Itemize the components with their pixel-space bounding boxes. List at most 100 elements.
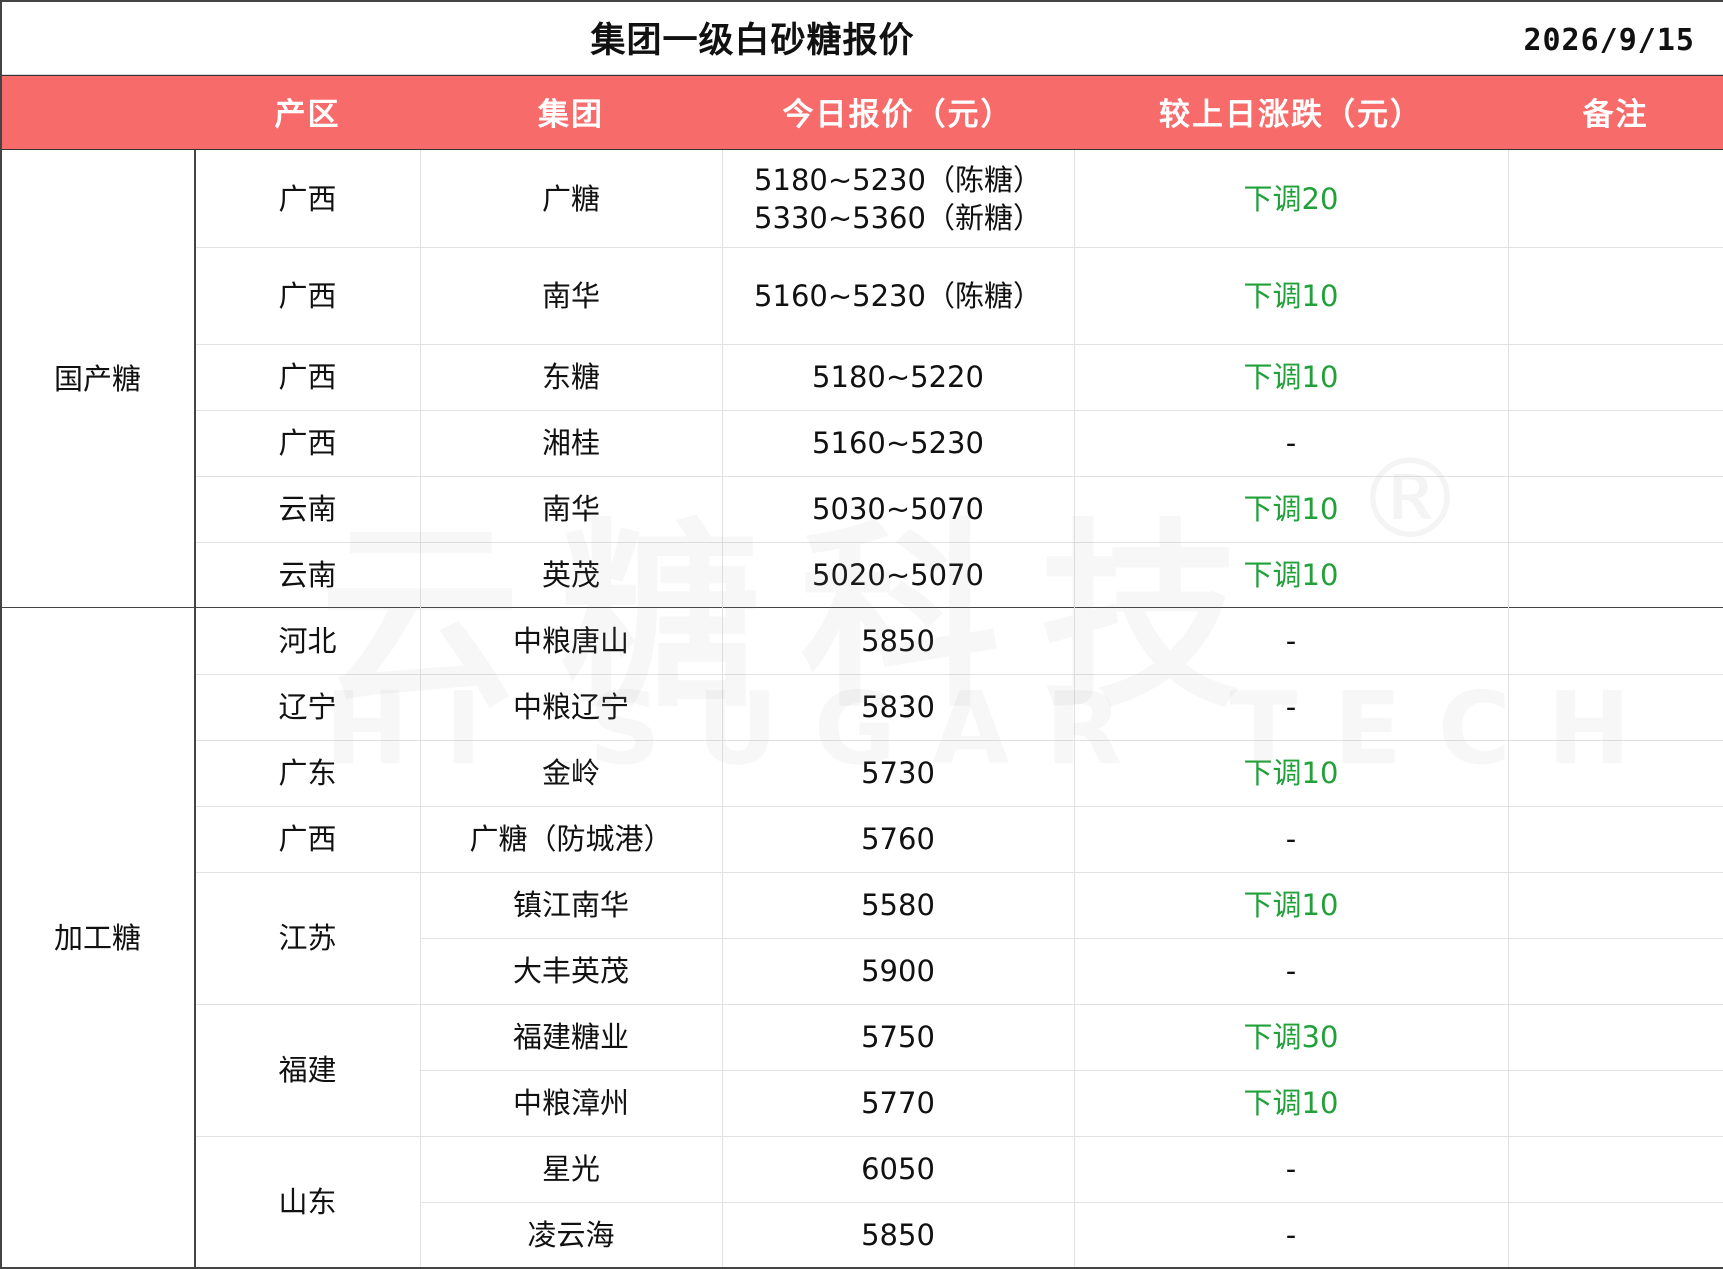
note-cell <box>1508 1136 1723 1202</box>
region-cell: 广西 <box>278 822 337 856</box>
price-line: 5730 <box>861 756 935 790</box>
note-cell <box>1508 740 1723 806</box>
price-sheet: 集团一级白砂糖报价 2026/9/15 产区 集团 今日报价（元） 较上日涨跌（… <box>0 0 1723 1269</box>
row-divider <box>0 607 1723 608</box>
region-cell: 广西 <box>278 181 337 216</box>
category-label: 国产糖 <box>53 362 141 396</box>
group-cell: 金岭 <box>541 756 600 790</box>
note-cell <box>1508 1070 1723 1136</box>
column-divider <box>1508 150 1509 1268</box>
group-cell: 福建糖业 <box>512 1020 629 1054</box>
report-date: 2026/9/15 <box>1523 23 1695 58</box>
row-divider <box>195 1136 1723 1137</box>
group-cell: 中粮唐山 <box>512 624 629 658</box>
header-note: 备注 <box>1582 97 1649 133</box>
price-line: 5160~5230 <box>812 426 984 460</box>
price-line: 5830 <box>861 690 935 724</box>
group-cell: 中粮漳州 <box>512 1086 629 1120</box>
region-cell: 福建 <box>278 1053 337 1087</box>
row-divider <box>195 740 1723 741</box>
price-cell: 5770 <box>722 1070 1074 1136</box>
change-cell: 下调10 <box>1243 278 1339 313</box>
price-cell: 5030~5070 <box>722 476 1074 542</box>
change-cell: - <box>1285 426 1297 460</box>
region-cell: 辽宁 <box>278 690 337 724</box>
group-cell: 湘桂 <box>541 426 600 460</box>
price-cell: 5760 <box>722 806 1074 872</box>
region-cell: 广西 <box>278 426 337 460</box>
change-cell: 下调20 <box>1243 181 1339 216</box>
note-cell <box>1508 674 1723 740</box>
change-cell: 下调10 <box>1243 492 1339 526</box>
sheet-title: 集团一级白砂糖报价 <box>590 21 915 61</box>
note-cell <box>1508 410 1723 476</box>
row-divider <box>195 247 1723 248</box>
row-divider <box>420 1070 1723 1071</box>
region-cell: 江苏 <box>278 921 337 955</box>
price-line: 5770 <box>861 1086 935 1120</box>
price-line: 5580 <box>861 888 935 922</box>
price-line: 5850 <box>861 624 935 658</box>
note-cell <box>1508 608 1723 674</box>
region-cell: 云南 <box>278 492 337 526</box>
change-cell: - <box>1285 1152 1297 1186</box>
note-cell <box>1508 344 1723 410</box>
frame-border <box>0 0 2 1269</box>
column-divider <box>722 150 723 1268</box>
group-cell: 镇江南华 <box>512 888 629 922</box>
group-cell: 东糖 <box>541 360 600 394</box>
column-divider <box>1074 150 1075 1268</box>
group-cell: 中粮辽宁 <box>512 690 629 724</box>
row-divider <box>195 806 1723 807</box>
price-cell: 6050 <box>722 1136 1074 1202</box>
change-cell: - <box>1285 690 1297 724</box>
price-line: 5180~5230（陈糖） <box>754 162 1042 197</box>
change-cell: - <box>1285 624 1297 658</box>
row-divider <box>420 1202 1723 1203</box>
price-cell: 5730 <box>722 740 1074 806</box>
change-cell: 下调10 <box>1243 888 1339 922</box>
group-cell: 英茂 <box>541 558 600 592</box>
price-line: 5020~5070 <box>812 558 984 592</box>
header-region: 产区 <box>274 97 341 133</box>
price-cell: 5160~5230（陈糖） <box>722 247 1074 344</box>
price-cell: 5160~5230 <box>722 410 1074 476</box>
price-line: 5160~5230（陈糖） <box>754 278 1042 313</box>
group-cell: 星光 <box>541 1152 600 1186</box>
price-table: 国产糖 加工糖 广西 广西 广西 广西 云南 云南 河北 辽宁 广东 广西 江苏 福建 山东 广糖 5180~5… <box>0 150 1723 1269</box>
row-divider <box>420 938 1723 939</box>
row-divider <box>195 476 1723 477</box>
row-divider <box>195 872 1723 873</box>
change-cell: - <box>1285 822 1297 856</box>
price-cell: 5020~5070 <box>722 542 1074 608</box>
region-cell: 广西 <box>278 278 337 313</box>
note-cell <box>1508 938 1723 1004</box>
row-divider <box>195 344 1723 345</box>
note-cell <box>1508 1004 1723 1070</box>
row-divider <box>195 674 1723 675</box>
row-divider <box>195 410 1723 411</box>
region-cell: 广西 <box>278 360 337 394</box>
change-cell: 下调10 <box>1243 1086 1339 1120</box>
note-cell <box>1508 872 1723 938</box>
note-cell <box>1508 150 1723 247</box>
price-cell: 5850 <box>722 608 1074 674</box>
price-line: 5030~5070 <box>812 492 984 526</box>
group-cell: 广糖 <box>541 181 600 216</box>
group-cell: 凌云海 <box>527 1218 615 1252</box>
change-cell: 下调30 <box>1243 1020 1339 1054</box>
price-cell: 5900 <box>722 938 1074 1004</box>
note-cell <box>1508 1202 1723 1268</box>
price-cell: 5850 <box>722 1202 1074 1268</box>
price-line: 6050 <box>861 1152 935 1186</box>
title-bar: 集团一级白砂糖报价 2026/9/15 <box>0 0 1723 75</box>
change-cell: 下调10 <box>1243 756 1339 790</box>
group-cell: 大丰英茂 <box>512 954 629 988</box>
price-line: 5760 <box>861 822 935 856</box>
price-cell: 5180~5230（陈糖） 5330~5360（新糖） <box>722 150 1074 247</box>
price-line: 5850 <box>861 1218 935 1252</box>
region-cell: 云南 <box>278 558 337 592</box>
row-divider <box>195 1004 1723 1005</box>
region-cell: 广东 <box>278 756 337 790</box>
group-cell: 广糖（防城港） <box>469 822 673 856</box>
